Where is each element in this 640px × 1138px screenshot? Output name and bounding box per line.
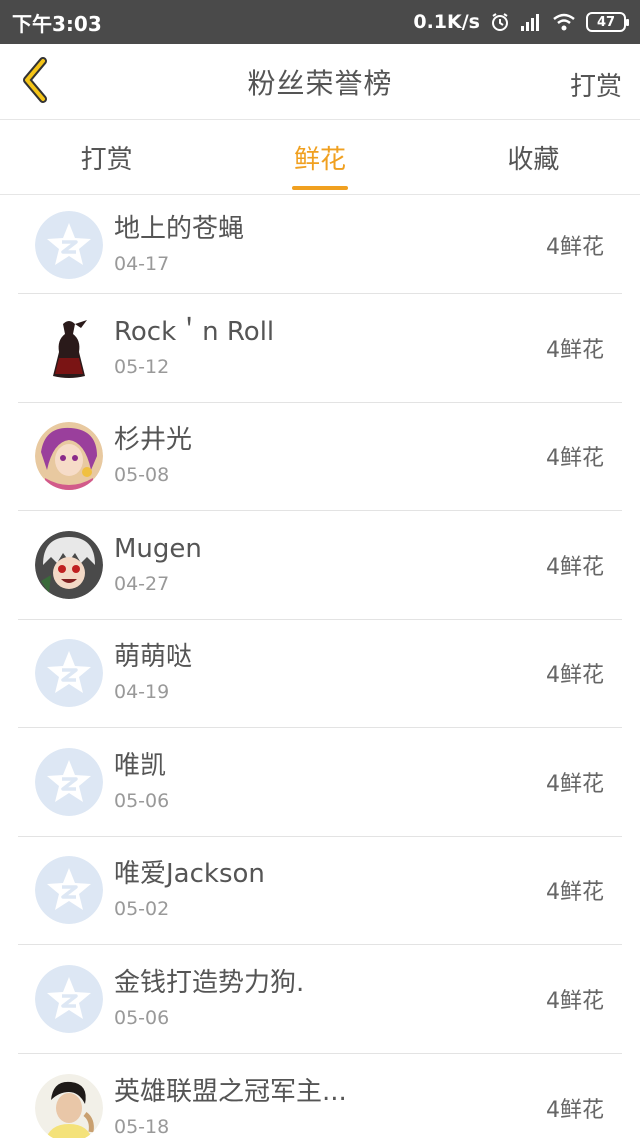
flower-count: 4鲜花 <box>546 554 604 580</box>
list-item[interactable]: 金钱打造势力狗. 05-06 4鲜花 <box>18 945 622 1054</box>
fan-date: 05-08 <box>114 464 170 487</box>
list-item[interactable]: Rock＇n Roll 05-12 4鲜花 <box>18 294 622 403</box>
list-item-text: 金钱打造势力狗. 05-06 <box>114 945 304 1053</box>
fan-date: 05-06 <box>114 1006 170 1029</box>
fan-date: 04-27 <box>114 572 170 595</box>
list-item-text: Mugen 04-27 <box>114 511 202 619</box>
person-photo-avatar <box>35 1073 103 1138</box>
default-avatar-icon <box>35 964 103 1033</box>
fan-name: 唯凯 <box>114 750 167 781</box>
list-item-text: 杉井光 05-08 <box>114 403 192 511</box>
wifi-icon <box>552 12 576 32</box>
fan-name: Mugen <box>114 533 202 564</box>
fan-date: 05-18 <box>114 1115 170 1138</box>
list-item[interactable]: 地上的苍蝇 04-17 4鲜花 <box>18 196 622 294</box>
list-item-text: 萌萌哒 04-19 <box>114 620 192 728</box>
fan-name: 金钱打造势力狗. <box>114 967 305 998</box>
list-item[interactable]: 萌萌哒 04-19 4鲜花 <box>18 620 622 728</box>
network-speed: 0.1K/s <box>413 11 480 33</box>
anime-boy-avatar <box>35 530 103 599</box>
chevron-left-icon <box>19 57 49 107</box>
fan-date: 05-02 <box>114 898 170 921</box>
fan-name: 地上的苍蝇 <box>114 213 245 244</box>
status-indicators: 0.1K/s 47 <box>413 11 629 33</box>
list-item[interactable]: 唯凯 05-06 4鲜花 <box>18 728 622 837</box>
tab-flowers[interactable]: 鲜花 <box>213 121 426 194</box>
tab-label: 鲜花 <box>293 145 346 175</box>
anime-girl-avatar <box>35 422 103 491</box>
flower-count: 4鲜花 <box>546 988 604 1014</box>
list-item-text: 地上的苍蝇 04-17 <box>114 196 244 293</box>
list-item[interactable]: 唯爱Jackson 05-02 4鲜花 <box>18 837 622 945</box>
fan-date: 05-06 <box>114 789 170 812</box>
flower-count: 4鲜花 <box>546 234 604 260</box>
battery-level: 47 <box>596 14 616 30</box>
default-avatar-icon <box>35 210 103 279</box>
fan-name: 英雄联盟之冠军主... <box>114 1076 347 1107</box>
list-item[interactable]: 英雄联盟之冠军主... 05-18 4鲜花 <box>18 1054 622 1138</box>
default-avatar-icon <box>35 639 103 708</box>
flower-count: 4鲜花 <box>546 771 604 797</box>
page-title: 粉丝荣誉榜 <box>247 66 393 100</box>
flower-count: 4鲜花 <box>546 880 604 906</box>
flower-count: 4鲜花 <box>546 1097 604 1123</box>
fan-date: 04-17 <box>114 252 170 275</box>
status-time: 下午3:03 <box>12 11 102 36</box>
fan-date: 05-12 <box>114 355 170 378</box>
tab-indicator <box>291 186 348 190</box>
tab-reward[interactable]: 打赏 <box>0 121 213 194</box>
tab-bar: 打赏 鲜花 收藏 <box>0 121 640 195</box>
list-item-text: Rock＇n Roll 05-12 <box>114 294 274 402</box>
fan-name: 杉井光 <box>114 425 193 456</box>
fan-name: Rock＇n Roll <box>114 316 275 347</box>
fan-name: 唯爱Jackson <box>114 859 265 890</box>
default-avatar-icon <box>35 747 103 816</box>
signal-icon <box>520 12 542 32</box>
battery-icon: 47 <box>586 12 629 32</box>
reward-button[interactable]: 打赏 <box>570 66 622 103</box>
list-item[interactable]: 杉井光 05-08 4鲜花 <box>18 403 622 511</box>
dark-figure-avatar <box>35 313 103 382</box>
list-item-text: 英雄联盟之冠军主... 05-18 <box>114 1054 347 1138</box>
list-item[interactable]: Mugen 04-27 4鲜花 <box>18 511 622 620</box>
tab-label: 收藏 <box>507 145 560 175</box>
tab-favorites[interactable]: 收藏 <box>427 121 640 194</box>
fan-list: 地上的苍蝇 04-17 4鲜花 Rock＇n Roll 05-12 4鲜花 杉井… <box>18 196 622 1138</box>
list-item-text: 唯凯 05-06 <box>114 728 169 836</box>
back-button[interactable] <box>14 57 54 107</box>
flower-count: 4鲜花 <box>546 337 604 363</box>
header-bar: 粉丝荣誉榜 打赏 <box>0 44 640 120</box>
alarm-icon <box>490 12 510 32</box>
tab-label: 打赏 <box>80 145 133 175</box>
flower-count: 4鲜花 <box>546 446 604 472</box>
status-bar: 下午3:03 0.1K/s 47 <box>0 0 640 44</box>
fan-name: 萌萌哒 <box>114 642 193 673</box>
default-avatar-icon <box>35 856 103 925</box>
list-item-text: 唯爱Jackson 05-02 <box>114 837 265 945</box>
fan-date: 04-19 <box>114 681 170 704</box>
flower-count: 4鲜花 <box>546 663 604 689</box>
